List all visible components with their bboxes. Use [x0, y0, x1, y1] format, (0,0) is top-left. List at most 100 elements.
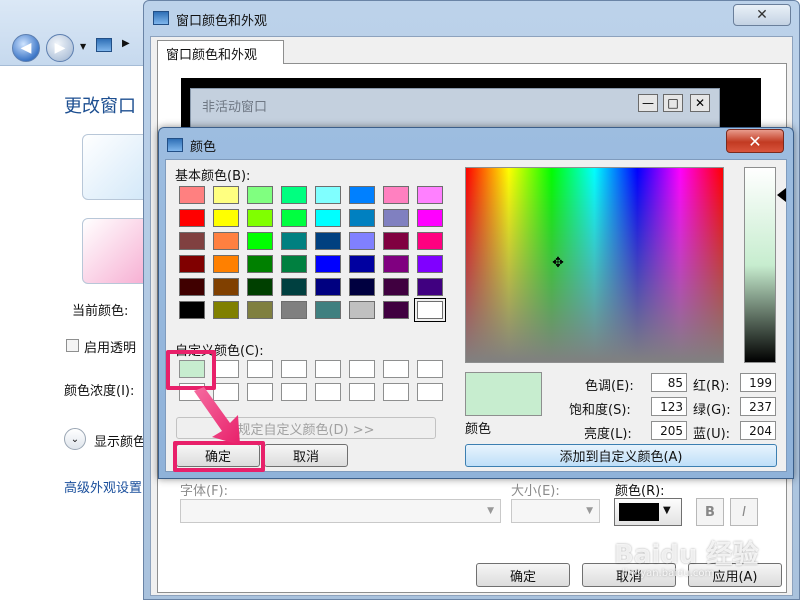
basic-color-swatch[interactable] — [281, 209, 307, 227]
italic-button[interactable]: I — [730, 498, 758, 526]
basic-color-swatch[interactable] — [383, 232, 409, 250]
basic-color-swatch[interactable] — [417, 209, 443, 227]
chevron-down-icon[interactable]: ⌄ — [64, 428, 86, 450]
basic-color-swatch[interactable] — [247, 301, 273, 319]
basic-color-swatch[interactable] — [247, 278, 273, 296]
basic-color-swatch[interactable] — [179, 232, 205, 250]
basic-color-swatch[interactable] — [281, 255, 307, 273]
transparency-label: 启用透明 — [84, 341, 137, 356]
add-to-custom-colors-button[interactable]: 添加到自定义颜色(A) — [465, 444, 777, 467]
page-title: 更改窗口 — [64, 96, 136, 117]
close-icon[interactable]: ✕ — [733, 4, 791, 26]
back-icon[interactable]: ◀ — [12, 34, 40, 62]
green-input[interactable]: 237 — [740, 397, 776, 416]
basic-color-swatch[interactable] — [281, 186, 307, 204]
custom-color-swatch[interactable] — [247, 360, 273, 378]
basic-color-swatch[interactable] — [349, 186, 375, 204]
basic-color-swatch[interactable] — [349, 278, 375, 296]
basic-color-swatch[interactable] — [281, 232, 307, 250]
color-spectrum[interactable] — [465, 167, 724, 363]
basic-color-swatch[interactable] — [213, 278, 239, 296]
basic-color-swatch[interactable] — [281, 301, 307, 319]
custom-color-swatch[interactable] — [213, 360, 239, 378]
minimize-icon: — — [638, 94, 658, 112]
luminance-arrow-icon[interactable] — [777, 188, 786, 202]
basic-color-swatch[interactable] — [213, 301, 239, 319]
basic-color-swatch[interactable] — [417, 278, 443, 296]
breadcrumb-arrow-icon[interactable]: ▶ — [122, 38, 130, 49]
color-mixer-toggle-label[interactable]: 显示颜色 — [94, 431, 146, 450]
bold-button[interactable]: B — [696, 498, 724, 526]
luminance-input[interactable]: 205 — [651, 421, 687, 440]
basic-color-swatch[interactable] — [179, 278, 205, 296]
recent-pages-icon[interactable]: ▼ — [80, 42, 86, 51]
basic-color-swatch[interactable] — [247, 209, 273, 227]
maximize-icon: □ — [663, 94, 683, 112]
basic-color-swatch[interactable] — [349, 232, 375, 250]
custom-color-swatch[interactable] — [315, 360, 341, 378]
basic-color-swatch[interactable] — [414, 298, 446, 322]
custom-color-swatch[interactable] — [281, 360, 307, 378]
basic-color-swatch[interactable] — [315, 232, 341, 250]
close-icon[interactable]: ✕ — [726, 129, 784, 153]
basic-color-swatch[interactable] — [315, 278, 341, 296]
advanced-appearance-link[interactable]: 高级外观设置 — [64, 477, 142, 496]
crosshair-icon[interactable]: ✥ — [549, 254, 567, 272]
transparency-checkbox[interactable] — [66, 339, 79, 352]
size-select[interactable]: ▼ — [511, 499, 600, 523]
basic-color-swatch[interactable] — [383, 255, 409, 273]
custom-color-swatch[interactable] — [349, 360, 375, 378]
custom-color-swatch[interactable] — [247, 383, 273, 401]
basic-color-swatch[interactable] — [383, 301, 409, 319]
saturation-input[interactable]: 123 — [651, 397, 687, 416]
basic-color-swatch[interactable] — [349, 209, 375, 227]
custom-color-swatch[interactable] — [417, 383, 443, 401]
color-preview-label: 颜色 — [465, 422, 492, 437]
basic-color-swatch[interactable] — [247, 255, 273, 273]
basic-color-swatch[interactable] — [315, 186, 341, 204]
hue-label: 色调(E): — [585, 379, 634, 394]
chevron-down-icon: ▼ — [663, 505, 671, 516]
red-input[interactable]: 199 — [740, 373, 776, 392]
basic-color-swatch[interactable] — [315, 209, 341, 227]
annotation-arrow-icon — [194, 387, 240, 445]
basic-color-swatch[interactable] — [349, 301, 375, 319]
custom-color-swatch[interactable] — [417, 360, 443, 378]
basic-color-swatch[interactable] — [213, 209, 239, 227]
baidu-jingyan-watermark: Baidu 经验 jingyan.baidu.com — [614, 534, 764, 584]
basic-color-swatch[interactable] — [179, 255, 205, 273]
basic-color-swatch[interactable] — [247, 232, 273, 250]
custom-color-swatch[interactable] — [383, 360, 409, 378]
basic-color-swatch[interactable] — [213, 232, 239, 250]
basic-color-swatch[interactable] — [315, 301, 341, 319]
basic-color-swatch[interactable] — [417, 186, 443, 204]
hue-input[interactable]: 85 — [651, 373, 687, 392]
forward-icon[interactable]: ▶ — [46, 34, 74, 62]
custom-color-swatch[interactable] — [281, 383, 307, 401]
custom-color-swatch[interactable] — [383, 383, 409, 401]
custom-color-swatch[interactable] — [349, 383, 375, 401]
basic-color-swatch[interactable] — [179, 186, 205, 204]
basic-color-swatch[interactable] — [179, 301, 205, 319]
font-select[interactable]: ▼ — [180, 499, 501, 523]
luminance-slider[interactable] — [744, 167, 776, 363]
basic-color-swatch[interactable] — [383, 209, 409, 227]
tab-window-color-appearance[interactable]: 窗口颜色和外观 — [157, 40, 284, 64]
color-cancel-button[interactable]: 取消 — [264, 444, 348, 467]
basic-color-swatch[interactable] — [247, 186, 273, 204]
blue-input[interactable]: 204 — [740, 421, 776, 440]
basic-color-swatch[interactable] — [383, 278, 409, 296]
custom-color-swatch[interactable] — [315, 383, 341, 401]
basic-color-swatch[interactable] — [417, 255, 443, 273]
basic-color-swatch[interactable] — [213, 186, 239, 204]
preview-inactive-title: 非活动窗口 — [202, 100, 268, 115]
basic-color-swatch[interactable] — [417, 232, 443, 250]
basic-color-swatch[interactable] — [213, 255, 239, 273]
basic-color-swatch[interactable] — [349, 255, 375, 273]
appearance-ok-button[interactable]: 确定 — [476, 563, 570, 587]
basic-color-swatch[interactable] — [179, 209, 205, 227]
watermark-text: Baidu 经验 — [614, 540, 759, 570]
basic-color-swatch[interactable] — [281, 278, 307, 296]
basic-color-swatch[interactable] — [315, 255, 341, 273]
basic-color-swatch[interactable] — [383, 186, 409, 204]
